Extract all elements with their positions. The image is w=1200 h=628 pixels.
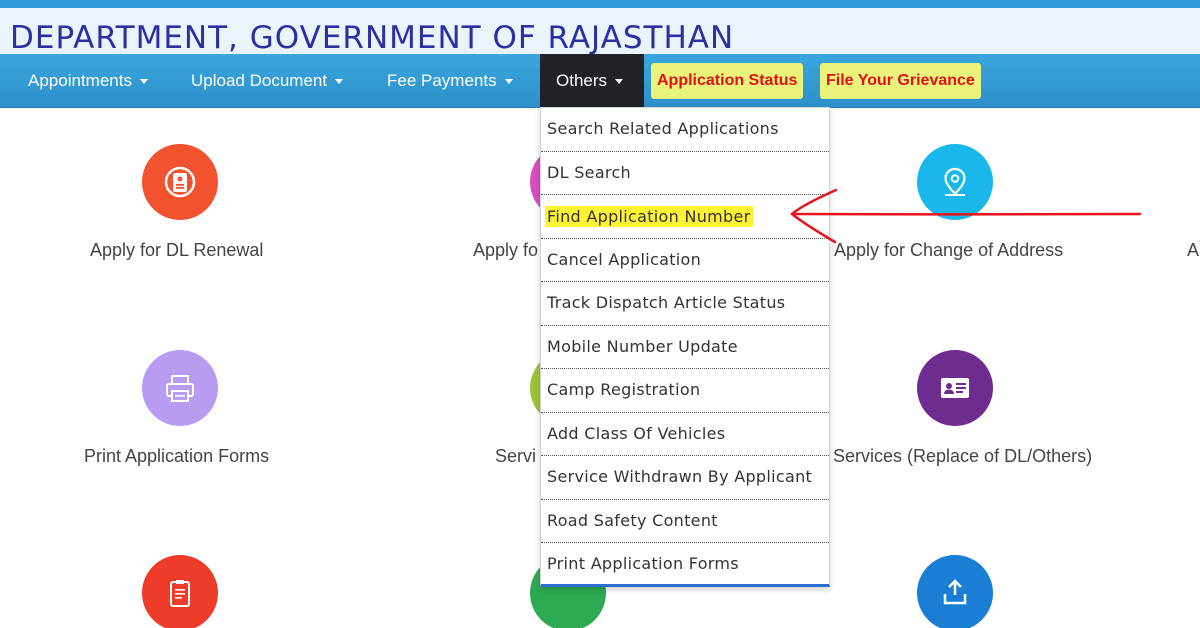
page-title: DEPARTMENT, GOVERNMENT OF RAJASTHAN: [10, 20, 735, 56]
menu-item-print-application-forms[interactable]: Print Application Forms: [541, 543, 829, 587]
nav-fee-payments[interactable]: Fee Payments: [387, 54, 513, 108]
tile-change-address-label[interactable]: Apply for Change of Address: [834, 240, 1063, 261]
menu-item-label: Cancel Application: [547, 249, 702, 269]
clipboard-icon[interactable]: [142, 555, 218, 628]
others-dropdown-menu: Search Related Applications DL Search Fi…: [540, 107, 830, 587]
menu-item-label: Search Related Applications: [547, 119, 779, 138]
menu-item-label: Find Application Number: [545, 206, 753, 227]
nav-appointments-label: Appointments: [28, 71, 132, 90]
tile-right-partial-label[interactable]: A: [1187, 240, 1199, 261]
tile-services-partial-label[interactable]: Servi: [495, 446, 536, 467]
menu-item-find-application-number[interactable]: Find Application Number: [541, 195, 829, 239]
chevron-down-icon: [615, 79, 624, 85]
dl-renewal-icon[interactable]: [142, 144, 218, 220]
chevron-down-icon: [504, 79, 513, 85]
nav-upload-document[interactable]: Upload Document: [191, 54, 344, 108]
tile-print-forms-label[interactable]: Print Application Forms: [84, 446, 269, 467]
location-pin-icon[interactable]: [917, 144, 993, 220]
menu-item-label: Track Dispatch Article Status: [547, 293, 786, 312]
menu-item-label: Mobile Number Update: [547, 336, 738, 356]
id-card-icon[interactable]: [917, 350, 993, 426]
menu-item-service-withdrawn[interactable]: Service Withdrawn By Applicant: [541, 456, 829, 500]
chevron-down-icon: [139, 79, 148, 85]
menu-item-road-safety-content[interactable]: Road Safety Content: [541, 500, 829, 543]
tile-dl-renewal-label[interactable]: Apply for DL Renewal: [90, 240, 263, 261]
chevron-down-icon: [335, 79, 344, 85]
upload-icon[interactable]: [917, 555, 993, 628]
tile-apply-partial-label[interactable]: Apply fo: [473, 240, 538, 261]
menu-item-search-related-applications[interactable]: Search Related Applications: [541, 108, 829, 152]
tile-services-replace-label[interactable]: Services (Replace of DL/Others): [833, 446, 1092, 467]
menu-item-label: DL Search: [547, 162, 631, 182]
menu-item-label: Add Class Of Vehicles: [547, 423, 726, 443]
menu-item-mobile-number-update[interactable]: Mobile Number Update: [541, 326, 829, 369]
file-grievance-button[interactable]: File Your Grievance: [820, 63, 981, 99]
nav-upload-document-label: Upload Document: [191, 71, 328, 90]
main-navbar: Appointments Upload Document Fee Payment…: [0, 54, 1200, 108]
menu-item-track-dispatch[interactable]: Track Dispatch Article Status: [541, 282, 829, 326]
menu-item-add-class-of-vehicles[interactable]: Add Class Of Vehicles: [541, 413, 829, 456]
menu-item-camp-registration[interactable]: Camp Registration: [541, 369, 829, 413]
menu-item-label: Road Safety Content: [547, 510, 718, 530]
menu-item-cancel-application[interactable]: Cancel Application: [541, 239, 829, 282]
menu-item-label: Camp Registration: [547, 380, 701, 399]
header: DEPARTMENT, GOVERNMENT OF RAJASTHAN: [0, 8, 1200, 56]
menu-item-label: Service Withdrawn By Applicant: [547, 467, 813, 486]
printer-icon[interactable]: [142, 350, 218, 426]
top-accent-strip: [0, 0, 1200, 8]
application-status-button[interactable]: Application Status: [651, 63, 804, 99]
nav-appointments[interactable]: Appointments: [28, 54, 148, 108]
nav-fee-payments-label: Fee Payments: [387, 71, 497, 90]
menu-item-label: Print Application Forms: [547, 554, 739, 573]
menu-item-dl-search[interactable]: DL Search: [541, 152, 829, 195]
nav-others[interactable]: Others: [540, 54, 644, 108]
nav-others-label: Others: [556, 71, 608, 90]
